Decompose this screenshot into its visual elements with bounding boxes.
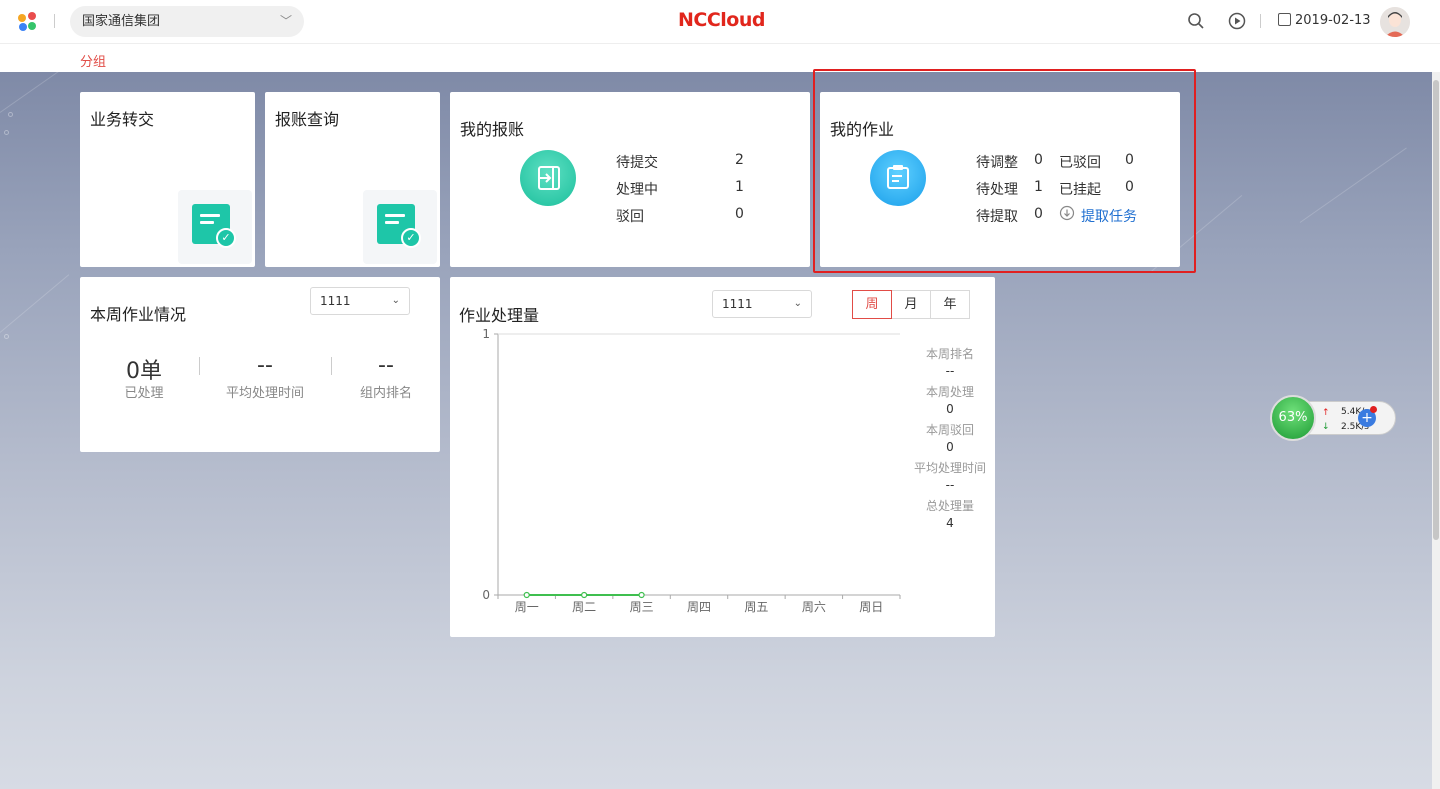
card-title: 报账查询 [275, 110, 340, 129]
scrollbar-thumb[interactable] [1433, 80, 1439, 540]
chevron-down-icon: ﹀ [279, 14, 292, 28]
divider [1260, 14, 1261, 28]
card-claim-query[interactable]: 报账查询 ✓ [265, 92, 440, 267]
metric-label: 已处理 [124, 386, 164, 401]
date-text: 2019-02-13 [1295, 13, 1371, 28]
side-stat-value: 4 [946, 516, 954, 530]
job-volume-chart: 0 1 周一 周二 周三 周四 周五 周六 周日 [482, 327, 901, 614]
weekly-group-select[interactable]: 1111 ⌄ [310, 287, 410, 315]
x-tick-label: 周二 [572, 600, 596, 614]
y-tick-label: 1 [482, 327, 490, 341]
card-title: 我的报账 [460, 120, 525, 139]
calendar-icon [1278, 13, 1291, 26]
x-tick-label: 周日 [859, 600, 883, 614]
date-display[interactable]: 2019-02-13 [1278, 13, 1371, 28]
side-stat: 本周处理 0 [910, 383, 990, 416]
top-header: 国家通信集团 ﹀ NCCloud 2019-02-13 [0, 0, 1440, 44]
card-title: 业务转交 [90, 110, 155, 129]
stat-value[interactable]: 1 [735, 179, 744, 195]
side-stat-label: 本周处理 [925, 385, 974, 399]
period-year-button[interactable]: 年 [930, 290, 970, 319]
x-tick-label: 周六 [802, 600, 826, 614]
play-icon[interactable] [1228, 12, 1246, 30]
download-arrow-icon: ↓ [1322, 422, 1330, 432]
metric-label: 平均处理时间 [225, 386, 304, 401]
x-tick-label: 周三 [630, 600, 654, 614]
x-tick-label: 周一 [515, 600, 539, 614]
page-scrollbar[interactable] [1432, 72, 1440, 789]
document-check-icon: ✓ [363, 190, 437, 264]
logo: NCCloud [678, 9, 765, 31]
divider [199, 357, 200, 375]
card-title: 本周作业情况 [90, 305, 187, 324]
y-tick-label: 0 [482, 588, 490, 602]
card-weekly-jobs: 本周作业情况 1111 ⌄ 0单 已处理 -- 平均处理时间 -- 组内排名 [80, 277, 440, 452]
metric-label: 组内排名 [359, 386, 412, 401]
metric-value: -- [257, 353, 273, 378]
divider [331, 357, 332, 375]
side-stat: 平均处理时间 -- [905, 459, 995, 492]
sub-tab-bar: 分组 [0, 44, 1440, 75]
card-job-volume: 作业处理量 1111 ⌄ 0 1 周一 周二 周三 周四 周五 周六 周日 本周排名 -- 本周… [450, 277, 995, 637]
metric-value: -- [378, 353, 394, 378]
select-value: 1111 [320, 294, 351, 308]
metric-value: 0单 [126, 359, 162, 384]
apps-icon[interactable] [18, 12, 38, 32]
side-stat-label: 平均处理时间 [913, 461, 986, 475]
highlight-box [813, 69, 1196, 273]
side-stat: 总处理量 4 [910, 497, 990, 530]
network-speed-widget[interactable]: 63% ↑ 5.4K/s ↓ 2.5K/s + [1270, 395, 1396, 441]
side-stat-label: 本周排名 [925, 347, 974, 361]
data-point [523, 591, 530, 599]
stat-label: 待提交 [616, 155, 658, 171]
stat-value[interactable]: 0 [735, 206, 744, 222]
org-select-value: 国家通信集团 [82, 14, 161, 29]
side-stat-value: -- [945, 364, 955, 378]
period-toggle: 周 月 年 [852, 290, 970, 319]
data-point [581, 591, 588, 599]
side-stat: 本周排名 -- [910, 345, 990, 378]
side-stat-value: 0 [946, 402, 954, 416]
claim-enter-icon [520, 150, 576, 206]
side-stat-value: -- [945, 478, 955, 492]
period-month-button[interactable]: 月 [891, 290, 931, 319]
divider [54, 14, 55, 28]
data-point [638, 591, 645, 599]
x-tick-label: 周四 [687, 600, 711, 614]
x-tick-label: 周五 [744, 600, 768, 614]
org-select[interactable]: 国家通信集团 ﹀ [70, 6, 304, 37]
card-business-transfer[interactable]: 业务转交 ✓ [80, 92, 255, 267]
stat-label: 处理中 [616, 182, 658, 198]
avatar[interactable] [1380, 7, 1410, 37]
period-week-button[interactable]: 周 [852, 290, 892, 319]
side-stat-label: 总处理量 [925, 499, 974, 513]
side-stat-value: 0 [946, 440, 954, 454]
stat-value[interactable]: 2 [735, 152, 744, 168]
search-icon[interactable] [1187, 12, 1205, 30]
memory-usage-ball[interactable]: 63% [1270, 395, 1316, 441]
document-check-icon: ✓ [178, 190, 252, 264]
notification-dot [1370, 406, 1377, 413]
side-stat-label: 本周驳回 [925, 423, 974, 437]
upload-arrow-icon: ↑ [1322, 408, 1330, 418]
card-my-claims[interactable]: 我的报账 待提交 2 处理中 1 驳回 0 [450, 92, 810, 267]
side-stat: 本周驳回 0 [910, 421, 990, 454]
chevron-down-icon: ⌄ [391, 295, 400, 306]
stat-label: 驳回 [616, 209, 644, 225]
